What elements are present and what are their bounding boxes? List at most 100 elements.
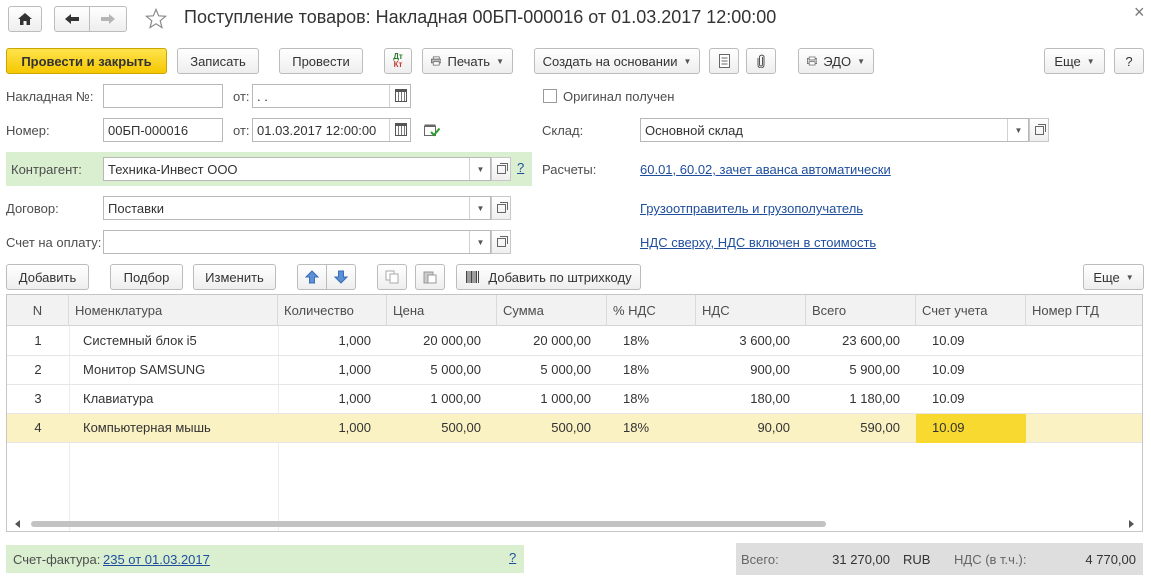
column-header-vat-rate[interactable]: % НДС bbox=[607, 295, 696, 326]
chevron-down-icon[interactable]: ▼ bbox=[469, 231, 490, 253]
forward-button[interactable] bbox=[89, 6, 127, 32]
table-more-button[interactable]: Еще ▼ bbox=[1083, 264, 1144, 290]
cell-row-number[interactable]: 4 bbox=[7, 414, 69, 443]
cell-quantity[interactable]: 1,000 bbox=[278, 385, 387, 414]
cell-amount[interactable]: 5 000,00 bbox=[497, 356, 607, 385]
scrollbar-thumb[interactable] bbox=[31, 521, 826, 527]
cell-nomenclature[interactable]: Клавиатура bbox=[69, 385, 278, 414]
post-and-close-button[interactable]: Провести и закрыть bbox=[6, 48, 167, 74]
cell-vat[interactable]: 3 600,00 bbox=[696, 327, 806, 356]
number-input[interactable]: 00БП-000016 bbox=[103, 118, 223, 142]
invoice-date-input[interactable]: . . bbox=[252, 84, 411, 108]
shipper-consignee-link[interactable]: Грузоотправитель и грузополучатель bbox=[640, 201, 863, 216]
pick-button[interactable]: Подбор bbox=[110, 264, 183, 290]
more-actions-button[interactable]: Еще ▼ bbox=[1044, 48, 1105, 74]
contract-select[interactable]: Поставки ▼ bbox=[103, 196, 491, 220]
goods-table[interactable]: N Номенклатура Количество Цена Сумма% НДС НДС… bbox=[6, 294, 1143, 532]
counterparty-open-button[interactable] bbox=[491, 157, 511, 181]
paste-row-button[interactable] bbox=[415, 264, 445, 290]
table-row[interactable]: 4 Компьютерная мышь 1,000 500,00 500,00 18% 90… bbox=[7, 414, 1142, 443]
counterparty-help-icon[interactable]: ? bbox=[517, 160, 524, 175]
cell-vat-rate[interactable]: 18% bbox=[607, 385, 696, 414]
table-row[interactable]: 3 Клавиатура 1,000 1 000,00 1 000,00 18% 180,0… bbox=[7, 385, 1142, 414]
cell-customs-number[interactable] bbox=[1026, 356, 1142, 385]
invoice-help-icon[interactable]: ? bbox=[509, 550, 516, 565]
cell-price[interactable]: 500,00 bbox=[387, 414, 497, 443]
scroll-right-icon[interactable] bbox=[1129, 520, 1134, 528]
post-button[interactable]: Провести bbox=[279, 48, 363, 74]
move-down-button[interactable] bbox=[326, 264, 356, 290]
help-button[interactable]: ? bbox=[1114, 48, 1144, 74]
cell-quantity[interactable]: 1,000 bbox=[278, 356, 387, 385]
cell-price[interactable]: 20 000,00 bbox=[387, 327, 497, 356]
cell-amount[interactable]: 1 000,00 bbox=[497, 385, 607, 414]
cell-vat[interactable]: 900,00 bbox=[696, 356, 806, 385]
cell-total[interactable]: 590,00 bbox=[806, 414, 916, 443]
cell-price[interactable]: 1 000,00 bbox=[387, 385, 497, 414]
calendar-button[interactable] bbox=[389, 85, 410, 107]
attach-button[interactable] bbox=[746, 48, 776, 74]
cell-customs-number[interactable] bbox=[1026, 385, 1142, 414]
cell-account[interactable]: 10.09 bbox=[916, 327, 1026, 356]
home-button[interactable] bbox=[8, 6, 42, 32]
horizontal-scrollbar[interactable] bbox=[15, 520, 1134, 528]
cell-row-number[interactable]: 3 bbox=[7, 385, 69, 414]
original-received-checkbox[interactable] bbox=[543, 89, 557, 103]
dt-kt-button[interactable]: Дт Кт bbox=[384, 48, 412, 74]
copy-row-button[interactable] bbox=[377, 264, 407, 290]
document-structure-button[interactable] bbox=[709, 48, 739, 74]
cell-vat[interactable]: 180,00 bbox=[696, 385, 806, 414]
create-based-on-button[interactable]: Создать на основании ▼ bbox=[534, 48, 700, 74]
chevron-down-icon[interactable]: ▼ bbox=[469, 158, 490, 180]
edo-button[interactable]: ЭДО ▼ bbox=[798, 48, 874, 74]
column-header-price[interactable]: Цена bbox=[387, 295, 497, 326]
scroll-left-icon[interactable] bbox=[15, 520, 20, 528]
cell-vat-rate[interactable]: 18% bbox=[607, 356, 696, 385]
payment-invoice-select[interactable]: ▼ bbox=[103, 230, 491, 254]
table-row[interactable]: 2 Монитор SAMSUNG 1,000 5 000,00 5 000,00 18%… bbox=[7, 356, 1142, 385]
cell-quantity[interactable]: 1,000 bbox=[278, 327, 387, 356]
column-header-customs-number[interactable]: Номер ГТД bbox=[1026, 295, 1142, 326]
vat-mode-link[interactable]: НДС сверху, НДС включен в стоимость bbox=[640, 235, 876, 250]
column-header-total[interactable]: Всего bbox=[806, 295, 916, 326]
invoice-number-input[interactable] bbox=[103, 84, 223, 108]
cell-customs-number[interactable] bbox=[1026, 414, 1142, 443]
print-button[interactable]: Печать ▼ bbox=[422, 48, 513, 74]
column-header-quantity[interactable]: Количество bbox=[278, 295, 387, 326]
warehouse-open-button[interactable] bbox=[1029, 118, 1049, 142]
column-header-amount[interactable]: Сумма bbox=[497, 295, 607, 326]
cell-vat-rate[interactable]: 18% bbox=[607, 414, 696, 443]
column-header-vat[interactable]: НДС bbox=[696, 295, 806, 326]
cell-nomenclature[interactable]: Системный блок i5 bbox=[69, 327, 278, 356]
cell-nomenclature[interactable]: Компьютерная мышь bbox=[69, 414, 278, 443]
date-input[interactable]: 01.03.2017 12:00:00 bbox=[252, 118, 411, 142]
cell-quantity[interactable]: 1,000 bbox=[278, 414, 387, 443]
checkmark-calendar-icon[interactable] bbox=[424, 124, 440, 137]
chevron-down-icon[interactable]: ▼ bbox=[1007, 119, 1028, 141]
settlements-link[interactable]: 60.01, 60.02, зачет аванса автоматически bbox=[640, 162, 891, 177]
cell-account[interactable]: 10.09 bbox=[916, 414, 1026, 443]
chevron-down-icon[interactable]: ▼ bbox=[469, 197, 490, 219]
cell-total[interactable]: 5 900,00 bbox=[806, 356, 916, 385]
counterparty-select[interactable]: Техника-Инвест ООО ▼ bbox=[103, 157, 491, 181]
cell-amount[interactable]: 500,00 bbox=[497, 414, 607, 443]
cell-vat[interactable]: 90,00 bbox=[696, 414, 806, 443]
favorite-star-icon[interactable] bbox=[145, 8, 167, 29]
warehouse-select[interactable]: Основной склад ▼ bbox=[640, 118, 1029, 142]
payment-invoice-open-button[interactable] bbox=[491, 230, 511, 254]
move-up-button[interactable] bbox=[297, 264, 327, 290]
column-header-row-number[interactable]: N bbox=[7, 295, 69, 326]
column-header-account[interactable]: Счет учета bbox=[916, 295, 1026, 326]
cell-total[interactable]: 23 600,00 bbox=[806, 327, 916, 356]
save-button[interactable]: Записать bbox=[177, 48, 259, 74]
add-by-barcode-button[interactable]: Добавить по штрихкоду bbox=[456, 264, 641, 290]
cell-account[interactable]: 10.09 bbox=[916, 356, 1026, 385]
column-header-nomenclature[interactable]: Номенклатура bbox=[69, 295, 278, 326]
cell-nomenclature[interactable]: Монитор SAMSUNG bbox=[69, 356, 278, 385]
cell-row-number[interactable]: 2 bbox=[7, 356, 69, 385]
add-row-button[interactable]: Добавить bbox=[6, 264, 89, 290]
cell-customs-number[interactable] bbox=[1026, 327, 1142, 356]
invoice-link[interactable]: 235 от 01.03.2017 bbox=[103, 552, 210, 567]
cell-price[interactable]: 5 000,00 bbox=[387, 356, 497, 385]
back-button[interactable] bbox=[54, 6, 90, 32]
